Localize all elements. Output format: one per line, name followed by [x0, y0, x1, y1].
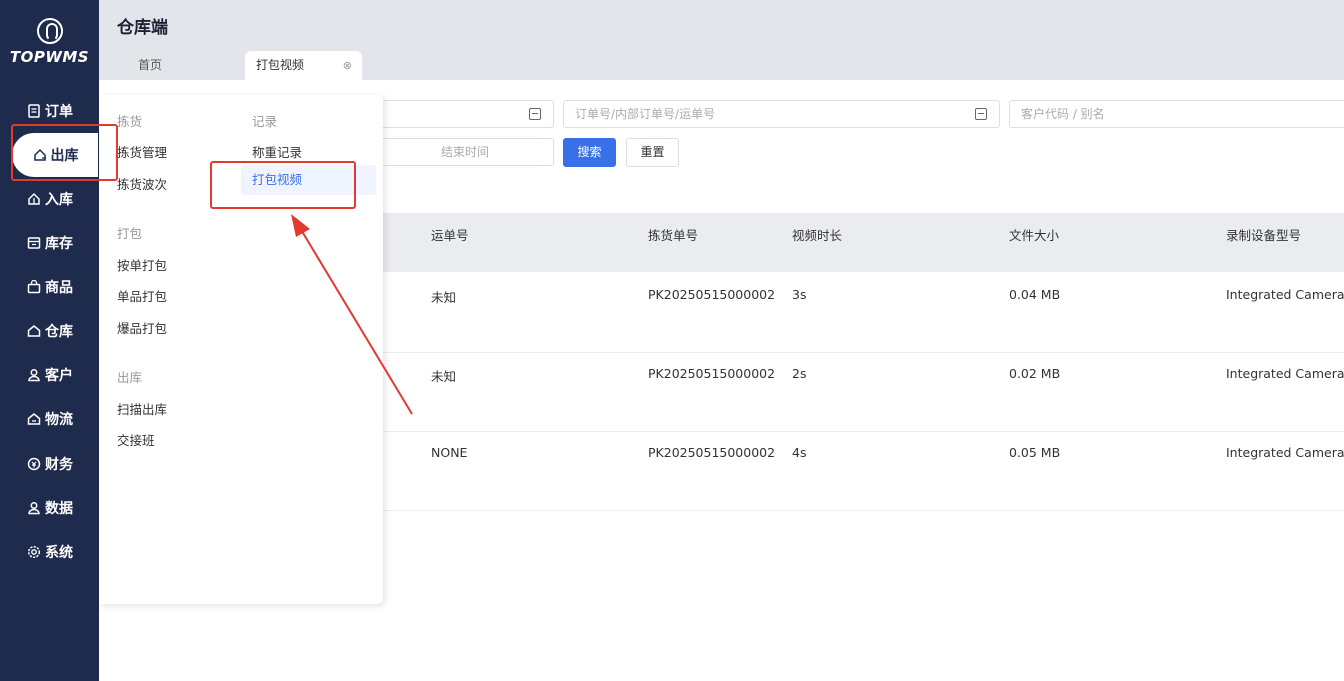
- search-button[interactable]: 搜索: [563, 138, 616, 167]
- paste-icon[interactable]: [529, 108, 541, 120]
- logo-text: TOPWMS: [9, 48, 90, 66]
- cell-pick-no: PK20250515000002: [648, 287, 776, 302]
- tab-packing-video[interactable]: 打包视频 ⊗: [245, 51, 362, 80]
- cell-size: 0.05 MB: [1009, 445, 1061, 460]
- menu-item-scan-outbound[interactable]: 扫描出库: [117, 399, 167, 418]
- order-icon: [26, 103, 42, 119]
- sidebar-item-finance[interactable]: 财务: [0, 442, 99, 486]
- cell-pick-no: PK20250515000002: [648, 445, 776, 460]
- end-time-input[interactable]: 结束时间: [370, 138, 554, 166]
- highlight-box-packing-video: [210, 161, 356, 209]
- cell-size: 0.04 MB: [1009, 287, 1061, 302]
- cell-device: Integrated Camera (: [1226, 366, 1344, 381]
- sidebar-item-label: 商品: [45, 280, 73, 296]
- column-header-size: 文件大小: [1009, 228, 1060, 243]
- product-icon: [26, 279, 42, 295]
- highlight-box-outbound: [11, 124, 118, 181]
- warehouse-icon: [26, 323, 42, 339]
- cell-duration: 4s: [792, 445, 807, 460]
- sidebar-item-label: 库存: [45, 236, 73, 252]
- filter-field-left[interactable]: [370, 100, 554, 128]
- sidebar-item-label: 仓库: [45, 324, 73, 340]
- close-icon[interactable]: ⊗: [343, 51, 352, 80]
- logo-icon: [36, 18, 63, 44]
- sidebar-item-system[interactable]: 系统: [0, 530, 99, 574]
- sidebar: TOPWMS 订单 出库 入库 库存 商品 仓库 客户 物流 财务 数据 系统: [0, 0, 99, 681]
- cell-waybill: 未知: [431, 290, 457, 305]
- inventory-icon: [26, 235, 42, 251]
- menu-item-shift-handover[interactable]: 交接班: [117, 430, 155, 449]
- menu-item-hot-pack[interactable]: 爆品打包: [117, 318, 167, 337]
- sidebar-item-label: 客户: [45, 368, 73, 384]
- menu-item-pick-management[interactable]: 拣货管理: [117, 142, 167, 161]
- tab-label: 首页: [138, 58, 163, 72]
- sidebar-item-label: 财务: [45, 457, 73, 473]
- menu-group-title: 出库: [117, 370, 143, 385]
- tab-label: 打包视频: [256, 58, 305, 72]
- order-number-input[interactable]: 订单号/内部订单号/运单号: [563, 100, 1000, 128]
- gear-icon: [26, 544, 42, 560]
- menu-item-single-pack[interactable]: 单品打包: [117, 286, 167, 305]
- sidebar-item-data[interactable]: 数据: [0, 486, 99, 530]
- page-title: 仓库端: [117, 18, 168, 38]
- sidebar-item-warehouse[interactable]: 仓库: [0, 309, 99, 353]
- customer-icon: [26, 367, 42, 383]
- cell-duration: 2s: [792, 366, 807, 381]
- menu-item-pack-by-order[interactable]: 按单打包: [117, 255, 167, 274]
- menu-item-pick-wave[interactable]: 拣货波次: [117, 174, 167, 193]
- sidebar-item-logistics[interactable]: 物流: [0, 397, 99, 441]
- menu-group-title: 打包: [117, 226, 143, 241]
- finance-icon: [26, 456, 42, 472]
- column-header-device: 录制设备型号: [1226, 228, 1302, 243]
- paste-icon[interactable]: [975, 108, 987, 120]
- inbound-icon: [26, 191, 42, 207]
- sidebar-item-inbound[interactable]: 入库: [0, 177, 99, 221]
- cell-waybill: 未知: [431, 369, 457, 384]
- cell-size: 0.02 MB: [1009, 366, 1061, 381]
- cell-waybill: NONE: [431, 445, 468, 460]
- sidebar-item-products[interactable]: 商品: [0, 265, 99, 309]
- sidebar-item-customers[interactable]: 客户: [0, 353, 99, 397]
- menu-item-weigh-records[interactable]: 称重记录: [252, 142, 302, 161]
- end-time-placeholder: 结束时间: [441, 145, 490, 159]
- sidebar-item-label: 数据: [45, 501, 73, 517]
- reset-button[interactable]: 重置: [626, 138, 679, 167]
- cell-pick-no: PK20250515000002: [648, 366, 776, 381]
- column-header-pick-no: 拣货单号: [648, 228, 699, 243]
- order-number-placeholder: 订单号/内部订单号/运单号: [575, 107, 716, 121]
- menu-group-title: 拣货: [117, 114, 143, 129]
- customer-code-input[interactable]: 客户代码 / 别名: [1009, 100, 1344, 128]
- cell-device: Integrated Camera (: [1226, 287, 1344, 302]
- menu-group-title: 记录: [252, 114, 278, 129]
- top-header: 仓库端 首页 打包视频 ⊗: [99, 0, 1344, 80]
- customer-code-placeholder: 客户代码 / 别名: [1021, 107, 1105, 121]
- cell-duration: 3s: [792, 287, 807, 302]
- sidebar-item-label: 订单: [45, 104, 73, 120]
- column-header-duration: 视频时长: [792, 228, 843, 243]
- logo: TOPWMS: [0, 18, 99, 66]
- sidebar-item-inventory[interactable]: 库存: [0, 221, 99, 265]
- column-header-waybill: 运单号: [431, 228, 469, 243]
- logistics-icon: [26, 411, 42, 427]
- sidebar-item-label: 入库: [45, 192, 73, 208]
- sidebar-item-label: 物流: [45, 412, 73, 428]
- cell-device: Integrated Camera (: [1226, 445, 1344, 460]
- tab-home[interactable]: 首页: [117, 51, 238, 80]
- sidebar-item-label: 系统: [45, 545, 73, 561]
- data-icon: [26, 500, 42, 516]
